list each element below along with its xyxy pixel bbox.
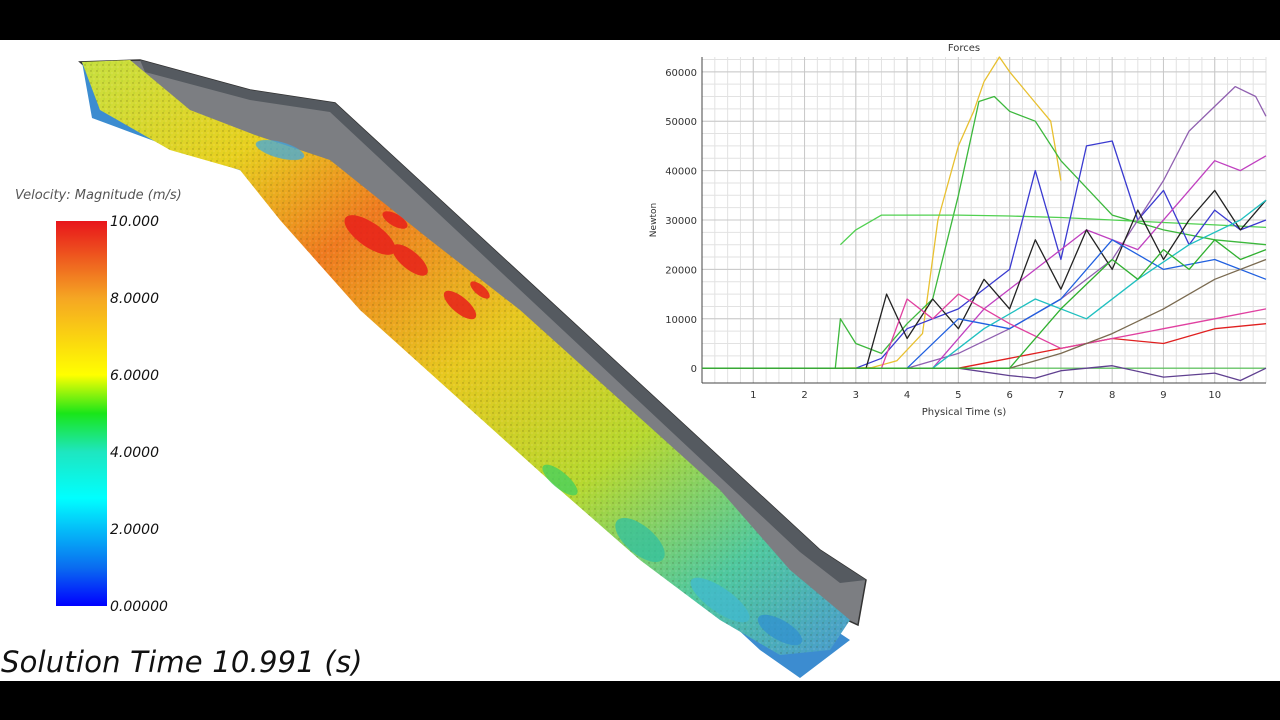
y-tick-label: 10000 [665,315,697,326]
y-tick-label: 0 [691,364,697,375]
y-axis-label: Newton [649,203,659,237]
x-tick-label: 1 [750,390,756,401]
colorbar-tick-label: 2.0000 [110,522,159,538]
y-tick-label: 60000 [665,68,697,79]
colorbar-tick-label: 0.00000 [110,599,168,615]
velocity-colorbar [56,221,107,606]
colorbar-tick-label: 4.0000 [110,445,159,461]
letterbox-top [0,0,1280,40]
chart-title: Forces [948,43,980,54]
y-tick-label: 50000 [665,117,697,128]
y-tick-label: 30000 [665,216,697,227]
solution-time-label: Solution Time 10.991 (s) [1,645,363,679]
x-tick-label: 7 [1058,390,1064,401]
x-tick-label: 6 [1006,390,1012,401]
x-tick-label: 4 [904,390,910,401]
y-tick-label: 20000 [665,265,697,276]
x-tick-label: 5 [955,390,961,401]
colorbar-tick-label: 6.0000 [110,368,159,384]
forces-plot[interactable]: 1 2 3 4 5 6 7 8 9 10 0 10000 20000 30000 40000 50000 600… [640,40,1280,420]
letterbox-bottom [0,681,1280,720]
colorbar-tick-label: 10.000 [110,214,159,230]
x-tick-label: 9 [1160,390,1166,401]
y-tick-label: 40000 [665,167,697,178]
x-tick-label: 8 [1109,390,1115,401]
x-tick-label: 10 [1208,390,1221,401]
x-tick-label: 2 [801,390,807,401]
x-tick-label: 3 [853,390,859,401]
x-axis-label: Physical Time (s) [922,407,1007,418]
colorbar-title: Velocity: Magnitude (m/s) [15,188,182,203]
colorbar-tick-label: 8.0000 [110,291,159,307]
simulation-viewport[interactable]: Velocity: Magnitude (m/s) 10.000 8.0000 … [0,40,1280,681]
